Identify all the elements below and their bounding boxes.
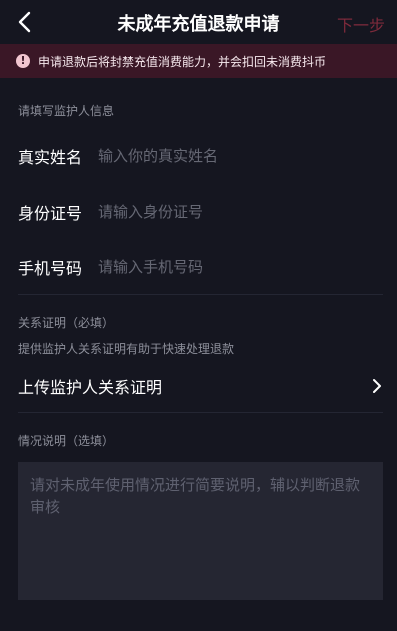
phone-label: 手机号码 <box>18 259 83 278</box>
exclamation-icon: ! <box>16 54 30 68</box>
guardian-section-label: 请填写监护人信息 <box>18 104 115 118</box>
description-textarea[interactable] <box>18 462 383 600</box>
real-name-row: 真实姓名 <box>18 144 383 168</box>
relation-hint: 提供监护人关系证明有助于快速处理退款 <box>18 342 235 356</box>
real-name-input[interactable] <box>98 147 383 165</box>
nav-bar: 未成年充值退款申请 下一步 <box>0 0 397 44</box>
chevron-right-icon <box>373 379 381 393</box>
description-section-label: 情况说明（选填） <box>18 434 115 448</box>
id-number-label: 身份证号 <box>18 204 83 223</box>
phone-row: 手机号码 <box>18 255 383 279</box>
warning-banner: ! 申请退款后将封禁充值消费能力，并会扣回未消费抖币 <box>0 44 397 78</box>
upload-relation-proof-label: 上传监护人关系证明 <box>18 378 163 397</box>
warning-text: 申请退款后将封禁充值消费能力，并会扣回未消费抖币 <box>38 54 327 69</box>
phone-input[interactable] <box>98 258 383 276</box>
upload-relation-proof-row[interactable]: 上传监护人关系证明 <box>18 370 383 402</box>
next-step-button[interactable]: 下一步 <box>337 12 385 36</box>
id-number-input[interactable] <box>98 203 383 221</box>
divider <box>18 294 383 295</box>
divider <box>18 412 383 413</box>
id-number-row: 身份证号 <box>18 200 383 224</box>
relation-section-label: 关系证明（必填） <box>18 316 115 330</box>
real-name-label: 真实姓名 <box>18 148 83 167</box>
